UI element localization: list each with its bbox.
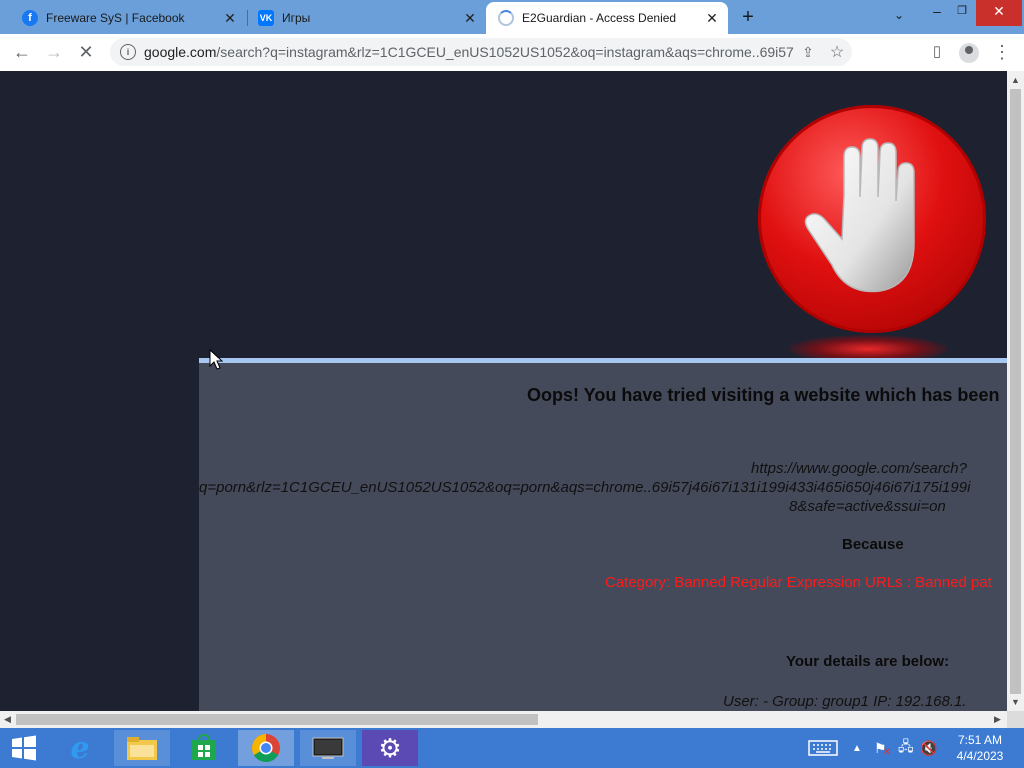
facebook-icon: f <box>22 10 38 26</box>
minimize-button[interactable]: – <box>924 0 950 26</box>
horizontal-scrollbar[interactable]: ◀ ▶ <box>0 711 1007 728</box>
tab-facebook[interactable]: f Freeware SyS | Facebook ✕ <box>0 2 246 34</box>
tab-title: E2Guardian - Access Denied <box>522 11 677 25</box>
site-info-icon[interactable]: i <box>120 44 136 60</box>
windows-taskbar: e ⚙ ▲ ⚑ ✕ 🖧 🔇 7:51 AM 4/4/2023 <box>0 728 1024 768</box>
tab-strip: f Freeware SyS | Facebook ✕ VK Игры ✕ E2… <box>0 0 1024 34</box>
store-icon[interactable] <box>176 730 232 766</box>
vertical-scroll-thumb[interactable] <box>1010 89 1021 694</box>
blocked-url-line: https://www.google.com/search? <box>751 460 967 477</box>
vk-icon: VK <box>258 10 274 26</box>
network-icon[interactable]: 🖧 <box>898 728 914 768</box>
block-category-reason: Category: Banned Regular Expression URLs… <box>605 574 992 591</box>
system-clock[interactable]: 7:51 AM 4/4/2023 <box>950 732 1010 764</box>
tab-title: Freeware SyS | Facebook <box>46 11 185 25</box>
tab-e2guardian[interactable]: E2Guardian - Access Denied ✕ <box>486 2 728 34</box>
tab-title: Игры <box>282 11 311 25</box>
internet-explorer-icon[interactable]: e <box>52 730 108 766</box>
back-button[interactable]: ← <box>8 38 36 66</box>
forward-button[interactable]: → <box>40 38 68 66</box>
monitor-icon[interactable] <box>300 730 356 766</box>
blocked-heading: Oops! You have tried visiting a website … <box>527 385 1000 405</box>
loading-spinner-icon <box>498 10 514 26</box>
scroll-corner <box>1007 711 1024 728</box>
address-url[interactable]: google.com/search?q=instagram&rlz=1C1GCE… <box>144 44 794 60</box>
blocked-message-panel: Oops! You have tried visiting a website … <box>199 358 1007 711</box>
address-bar[interactable]: i google.com/search?q=instagram&rlz=1C1G… <box>110 38 852 66</box>
browser-toolbar: ← → ✕ i google.com/search?q=instagram&rl… <box>0 34 1024 72</box>
show-hidden-icons-chevron-icon[interactable]: ▲ <box>852 728 862 768</box>
mouse-cursor-icon <box>209 348 224 370</box>
horizontal-scroll-thumb[interactable] <box>16 714 538 725</box>
stop-hand-icon <box>758 105 988 363</box>
action-center-flag-icon[interactable]: ⚑ ✕ <box>874 728 891 768</box>
clock-time: 7:51 AM <box>957 733 1003 747</box>
close-tab-icon[interactable]: ✕ <box>460 10 480 27</box>
user-details-line: User: - Group: group1 IP: 192.168.1. <box>723 693 967 710</box>
chrome-icon[interactable] <box>238 730 294 766</box>
stop-loading-button[interactable]: ✕ <box>72 38 100 66</box>
new-tab-button[interactable]: + <box>738 6 758 28</box>
bookmark-star-icon[interactable]: ☆ <box>822 42 852 62</box>
clock-date: 4/4/2023 <box>956 749 1004 763</box>
tab-vk[interactable]: VK Игры ✕ <box>248 2 486 34</box>
side-panel-icon[interactable]: ▯ <box>923 38 951 66</box>
menu-kebab-icon[interactable]: ⋮ <box>988 38 1016 66</box>
page-content: Oops! You have tried visiting a website … <box>0 71 1007 711</box>
close-tab-icon[interactable]: ✕ <box>220 10 240 27</box>
details-heading: Your details are below: <box>786 653 950 670</box>
close-tab-icon[interactable]: ✕ <box>702 10 722 27</box>
blocked-url-line: q=porn&rlz=1C1GCEU_enUS1052US1052&oq=por… <box>199 479 971 496</box>
because-label: Because <box>842 536 904 553</box>
windows-start-icon[interactable] <box>0 730 48 766</box>
keyboard-icon[interactable] <box>808 728 838 768</box>
vertical-scrollbar[interactable]: ▲ ▼ <box>1007 71 1024 711</box>
profile-avatar-icon[interactable] <box>955 38 983 66</box>
share-icon[interactable]: ⇪ <box>794 44 822 61</box>
settings-gear-icon[interactable]: ⚙ <box>362 730 418 766</box>
blocked-url-line: 8&safe=active&ssui=on <box>789 498 946 515</box>
file-explorer-icon[interactable] <box>114 730 170 766</box>
tab-search-chevron-icon[interactable]: ⌄ <box>888 4 910 30</box>
restore-button[interactable]: ❐ <box>950 0 974 26</box>
volume-muted-icon[interactable]: 🔇 <box>920 728 937 768</box>
close-window-button[interactable]: ✕ <box>976 0 1022 26</box>
